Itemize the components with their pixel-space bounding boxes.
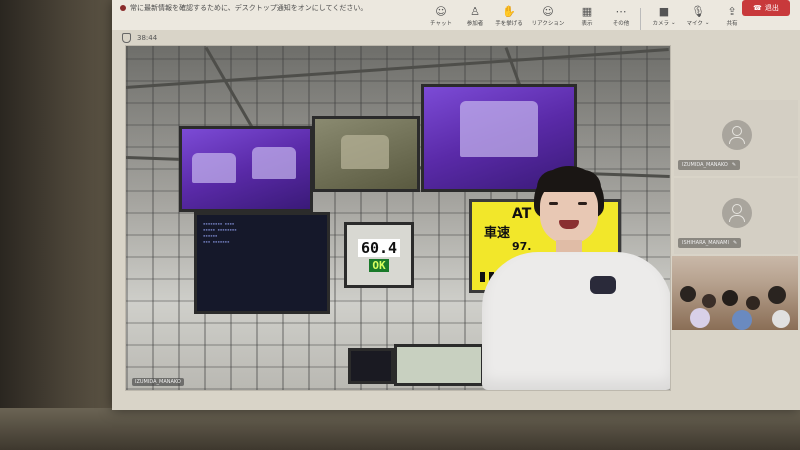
terminal-monitor: ▪▪▪▪▪▪▪▪ ▪▪▪▪ ▪▪▪▪▪ ▪▪▪▪▪▪▪▪ ▪▪▪▪▪▪ ▪▪▪ ▪▪▪… — [194, 212, 330, 314]
mic-muted-icon: ✎ — [731, 162, 737, 168]
people-icon: ♙ — [470, 5, 480, 18]
people-button[interactable]: ♙ 参加者 — [458, 5, 492, 28]
raise-hand-button[interactable]: ✋ 手を挙げる — [492, 5, 526, 28]
more-label: その他 — [612, 21, 630, 27]
smiley-icon: ☺ — [542, 5, 554, 18]
participant-name-tag: ISHIHARA_MANAMI ✎ — [678, 238, 742, 248]
raise-hand-label: 手を挙げる — [495, 21, 523, 27]
reactions-label: リアクション — [531, 21, 565, 27]
camera-button[interactable]: ■ カメラ ⌄ — [647, 5, 681, 28]
main-video-feed[interactable]: ▪▪▪▪▪▪▪▪ ▪▪▪▪ ▪▪▪▪▪ ▪▪▪▪▪▪▪▪ ▪▪▪▪▪▪ ▪▪▪ ▪▪▪… — [125, 45, 671, 391]
camera-monitor-1 — [179, 126, 313, 212]
participant-name-tag: IZUMIDA_MANAKO — [132, 378, 184, 386]
uniform-badge — [590, 276, 616, 294]
view-button[interactable]: ▦ 表示 — [570, 5, 604, 28]
gauge-display: 60.4 OK — [344, 222, 414, 288]
chat-button[interactable]: ☺ チャット — [424, 5, 458, 28]
camera-monitor-2 — [312, 116, 420, 192]
more-button[interactable]: ⋯ その他 — [604, 5, 638, 28]
meeting-toolbar: ☺ チャット ♙ 参加者 ✋ 手を挙げる ☺ リアクション ▦ 表示 ⋯ その他… — [424, 6, 749, 36]
share-icon: ⇪ — [727, 5, 737, 18]
participant-tile[interactable]: IZUMIDA_MANAKO ✎ — [674, 100, 798, 176]
avatar — [722, 198, 752, 228]
ellipsis-icon: ⋯ — [615, 5, 627, 18]
small-monitor — [394, 344, 484, 386]
gauge-value: 60.4 — [357, 238, 401, 257]
reactions-button[interactable]: ☺ リアクション — [526, 5, 570, 28]
chat-icon: ☺ — [435, 5, 447, 18]
leave-button[interactable]: ☎ 退出 — [742, 0, 790, 16]
mic-label: マイク — [686, 21, 703, 27]
meeting-timer: 38:44 — [122, 33, 157, 43]
leave-label: 退出 — [764, 4, 779, 12]
view-label: 表示 — [581, 21, 593, 27]
participant-name-tag: IZUMIDA_MANAKO ✎ — [678, 160, 741, 170]
hand-icon: ✋ — [502, 5, 516, 18]
notification-banner[interactable]: 常に最新情報を確認するために、デスクトップ通知をオンにしてください。 — [120, 2, 367, 14]
chevron-down-icon[interactable]: ⌄ — [671, 20, 676, 26]
chat-label: チャット — [430, 21, 452, 27]
chevron-down-icon[interactable]: ⌄ — [705, 20, 710, 26]
avatar — [722, 120, 752, 150]
mic-muted-icon: ✎ — [732, 240, 738, 246]
participant-tile[interactable]: ISHIHARA_MANAMI ✎ — [674, 178, 798, 254]
share-label: 共有 — [726, 21, 738, 27]
meeting-window: 常に最新情報を確認するために、デスクトップ通知をオンにしてください。 38:44… — [112, 0, 800, 410]
mic-button[interactable]: 🎙 マイク ⌄ — [681, 5, 715, 28]
shield-icon — [122, 33, 131, 43]
alert-icon — [120, 5, 126, 11]
person-icon — [732, 126, 742, 136]
people-label: 参加者 — [466, 21, 484, 27]
presenter — [482, 166, 670, 390]
room-wall-left — [0, 0, 118, 450]
grid-icon: ▦ — [581, 5, 593, 18]
phone-icon: ☎ — [753, 4, 762, 12]
camera-icon: ■ — [658, 5, 670, 18]
room-wall-bottom — [0, 408, 800, 450]
small-monitor — [348, 348, 394, 384]
camera-label: カメラ — [652, 21, 669, 27]
gauge-status: OK — [369, 258, 389, 272]
mic-icon: 🎙 — [691, 5, 705, 18]
audience-video-tile[interactable] — [672, 256, 798, 330]
notification-text: 常に最新情報を確認するために、デスクトップ通知をオンにしてください。 — [130, 4, 368, 12]
person-icon — [732, 204, 742, 214]
toolbar-divider — [640, 8, 641, 30]
elapsed-time: 38:44 — [137, 34, 158, 42]
